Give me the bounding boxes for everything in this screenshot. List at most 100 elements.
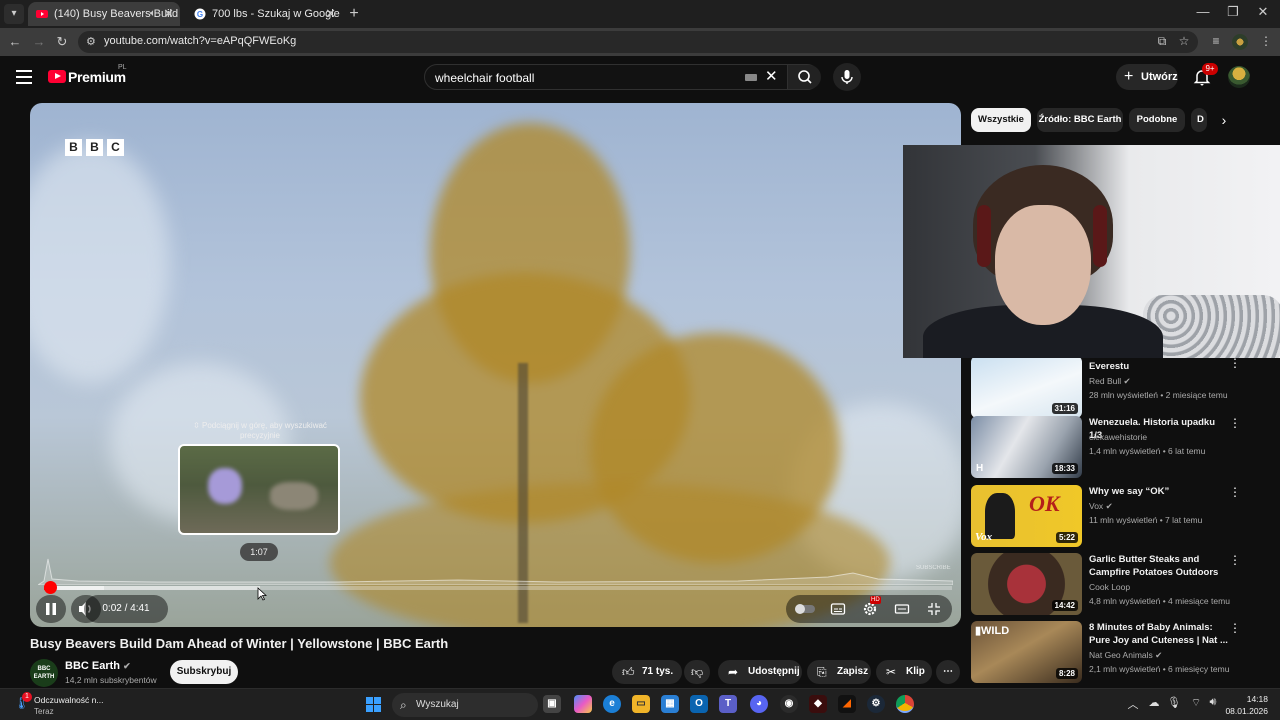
channel-text[interactable]: Nat Geo Animals xyxy=(1089,650,1153,660)
search-box[interactable]: wheelchair football ✕ xyxy=(424,64,821,90)
chip-source-bbc-earth[interactable]: Źródło: BBC Earth xyxy=(1037,108,1123,132)
microphone-tray-icon[interactable]: 🎙︎ xyxy=(1166,696,1182,709)
captions-button[interactable] xyxy=(830,601,846,617)
progress-bar[interactable] xyxy=(44,581,952,594)
recommendation-channel[interactable]: ciekawehistorie xyxy=(1089,432,1147,442)
recommendation-item[interactable]: 14:42 Garlic Butter Steaks and Campfire … xyxy=(971,553,1261,617)
bookmark-star-icon[interactable]: ☆ xyxy=(1176,34,1192,48)
new-tab-button[interactable]: + xyxy=(344,2,364,26)
search-button[interactable] xyxy=(787,65,821,89)
recommendation-title[interactable]: Garlic Butter Steaks and Campfire Potato… xyxy=(1089,553,1229,579)
app-icon[interactable]: ◉ xyxy=(780,695,798,713)
task-view-icon[interactable]: ▣ xyxy=(543,695,561,713)
window-close-icon[interactable]: ✕ xyxy=(1248,4,1278,20)
forward-icon[interactable]: → xyxy=(30,33,48,51)
channel-text[interactable]: Red Bull xyxy=(1089,376,1121,386)
back-icon[interactable]: ← xyxy=(6,33,24,51)
omnibox[interactable]: ⚙︎ youtube.com/watch?v=eAPqQFWEoKg xyxy=(78,31,1198,53)
voice-search-button[interactable] xyxy=(833,63,861,91)
more-options-icon[interactable]: ⋮ xyxy=(1229,485,1241,499)
video-thumbnail[interactable]: H 18:33 xyxy=(971,416,1082,478)
speaker-icon[interactable]: 🔈︎ xyxy=(150,2,156,26)
chevron-right-icon[interactable]: › xyxy=(1214,108,1234,132)
chip-similar[interactable]: Podobne xyxy=(1129,108,1185,132)
channel-text[interactable]: Cook Loop xyxy=(1089,582,1130,592)
channel-text[interactable]: Vox xyxy=(1089,501,1103,511)
store-icon[interactable]: ▦ xyxy=(661,695,679,713)
subscribe-watermark[interactable]: SUBSCRIBE xyxy=(916,565,951,571)
more-options-icon[interactable]: ⋮ xyxy=(1229,553,1241,567)
steam-icon[interactable]: ⚙︎ xyxy=(867,695,885,713)
search-input[interactable]: wheelchair football xyxy=(435,71,534,85)
keyboard-icon[interactable] xyxy=(745,74,757,81)
video-player[interactable]: BBC ⇳ Podciągnij w górę, aby wyszukiwać … xyxy=(30,103,961,627)
recommendation-channel[interactable]: Vox ✔ xyxy=(1089,501,1113,512)
minimize-icon[interactable]: — xyxy=(1188,4,1218,19)
tab-google[interactable]: G 700 lbs - Szukaj w Google ✕ xyxy=(186,2,342,26)
install-app-icon[interactable]: ⧉ xyxy=(1154,34,1170,49)
edge-icon[interactable]: e xyxy=(603,695,621,713)
more-actions-button[interactable]: ⋯ xyxy=(936,660,960,684)
recommendation-channel[interactable]: Red Bull ✔ xyxy=(1089,376,1131,387)
video-thumbnail[interactable]: 31:16 xyxy=(971,356,1082,418)
clear-search-icon[interactable]: ✕ xyxy=(765,67,778,85)
notifications-button[interactable]: 9+ xyxy=(1192,63,1218,87)
account-avatar[interactable] xyxy=(1228,66,1250,88)
media-app-icon[interactable]: ◢ xyxy=(838,695,856,713)
chip-partial[interactable]: D xyxy=(1191,108,1207,132)
weather-notification[interactable]: 🌡︎ 1 Odczuwalność n... Teraz xyxy=(14,692,134,718)
create-button[interactable]: + Utwórz xyxy=(1116,64,1178,90)
channel-name[interactable]: BBC Earth ✔ xyxy=(65,660,131,672)
chip-all[interactable]: Wszystkie xyxy=(971,108,1031,132)
video-thumbnail[interactable]: OK Vox 5:22 xyxy=(971,485,1082,547)
discord-icon[interactable]: ◕ xyxy=(750,695,768,713)
tab-youtube[interactable]: (140) Busy Beavers Build Da 🔈︎ ✕ xyxy=(28,2,180,26)
recommendation-item[interactable]: ▮WILD 8:28 8 Minutes of Baby Animals: Pu… xyxy=(971,621,1261,685)
profile-icon[interactable] xyxy=(1232,34,1248,50)
reload-icon[interactable]: ↻ xyxy=(53,33,71,51)
outlook-icon[interactable]: O xyxy=(690,695,708,713)
recommendation-item[interactable]: OK Vox 5:22 Why we say “OK” Vox ✔ 11 mln… xyxy=(971,485,1261,549)
video-thumbnail[interactable]: 14:42 xyxy=(971,553,1082,615)
fullscreen-button[interactable] xyxy=(926,601,942,617)
more-options-icon[interactable]: ⋮ xyxy=(1229,621,1241,635)
recommendation-title[interactable]: Everestu xyxy=(1089,360,1229,373)
more-options-icon[interactable]: ⋮ xyxy=(1229,356,1241,370)
tray-overflow-icon[interactable]: ︿ xyxy=(1125,696,1141,712)
recommendation-item[interactable]: H 18:33 Wenezuela. Historia upadku 1/3 c… xyxy=(971,416,1261,480)
settings-button[interactable]: HD xyxy=(862,596,881,617)
channel-avatar[interactable]: BBC EARTH xyxy=(30,659,58,687)
tab-search-button[interactable]: ▾ xyxy=(4,4,24,24)
video-thumbnail[interactable]: ▮WILD 8:28 xyxy=(971,621,1082,683)
media-control-icon[interactable]: ≡ xyxy=(1208,34,1224,48)
site-info-icon[interactable]: ⚙︎ xyxy=(86,35,96,48)
tab-close-icon[interactable]: ✕ xyxy=(163,2,174,26)
subscribe-button[interactable]: Subskrybuj xyxy=(170,660,238,684)
save-button[interactable]: ⎘ Zapisz xyxy=(807,660,871,684)
autoplay-toggle[interactable] xyxy=(794,601,816,617)
windows-start-icon[interactable] xyxy=(366,697,382,713)
chrome-icon[interactable] xyxy=(896,695,914,713)
recommendation-title[interactable]: 8 Minutes of Baby Animals: Pure Joy and … xyxy=(1089,621,1229,647)
recommendation-title[interactable]: Why we say “OK” xyxy=(1089,485,1229,498)
system-clock[interactable]: 14:18 08.01.2026 xyxy=(1218,693,1268,717)
channel-name-text[interactable]: BBC Earth xyxy=(65,660,120,672)
like-button[interactable]: 👍︎ 71 tys. xyxy=(612,660,682,684)
recommendation-channel[interactable]: Cook Loop xyxy=(1089,582,1130,592)
hamburger-menu-icon[interactable] xyxy=(16,70,32,84)
clip-button[interactable]: ✂︎ Klip xyxy=(876,660,932,684)
taskbar-search[interactable]: ⌕ Wyszukaj xyxy=(392,693,538,717)
restore-icon[interactable]: ❐ xyxy=(1218,4,1248,20)
more-options-icon[interactable]: ⋮ xyxy=(1229,416,1241,430)
file-explorer-icon[interactable]: ▭ xyxy=(632,695,650,713)
theater-mode-button[interactable] xyxy=(894,601,910,617)
copilot-icon[interactable] xyxy=(574,695,592,713)
browser-menu-icon[interactable]: ⋮ xyxy=(1258,34,1274,48)
progress-scrubber-handle[interactable] xyxy=(44,581,58,594)
tab-close-icon[interactable]: ✕ xyxy=(325,2,336,26)
network-status-icon[interactable]: ☁︎ xyxy=(1146,696,1162,709)
antivirus-icon[interactable]: ◆ xyxy=(809,695,827,713)
teams-icon[interactable]: T xyxy=(719,695,737,713)
channel-text[interactable]: ciekawehistorie xyxy=(1089,432,1147,442)
play-pause-button[interactable] xyxy=(36,595,66,623)
